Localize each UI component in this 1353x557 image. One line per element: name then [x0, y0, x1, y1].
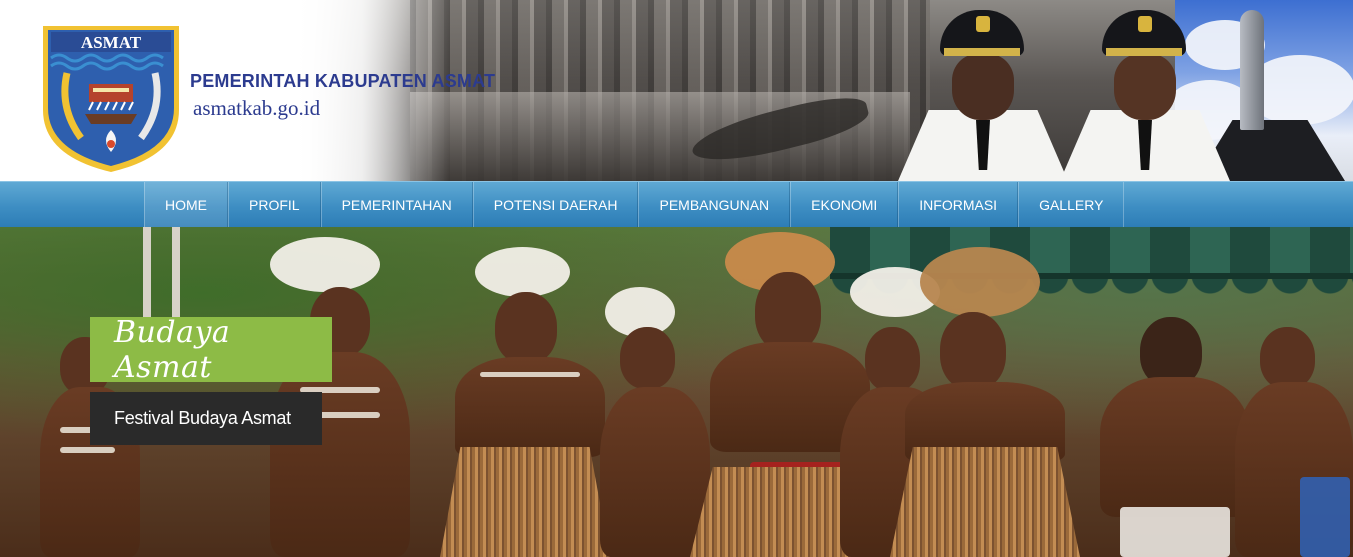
main-navigation: HOME PROFIL PEMERINTAHAN POTENSI DAERAH … [0, 181, 1353, 228]
asmat-logo[interactable]: ASMAT [37, 18, 185, 174]
monument-statue [1240, 10, 1264, 130]
slide-caption-box[interactable]: Festival Budaya Asmat [90, 392, 322, 445]
logo-label: ASMAT [81, 33, 142, 52]
nav-item-home[interactable]: HOME [144, 182, 228, 228]
site-title: PEMERINTAH KABUPATEN ASMAT [190, 71, 496, 91]
nav-item-ekonomi[interactable]: EKONOMI [790, 182, 899, 228]
slide-title-box[interactable]: Budaya Asmat [90, 314, 332, 385]
slide-title: Budaya Asmat [114, 314, 231, 385]
nav-item-pembangunan[interactable]: PEMBANGUNAN [638, 182, 791, 228]
site-domain[interactable]: asmatkab.go.id [193, 96, 320, 121]
nav-item-pemerintahan[interactable]: PEMERINTAHAN [320, 182, 473, 228]
nav-item-profil[interactable]: PROFIL [228, 182, 321, 228]
nav-item-informasi[interactable]: INFORMASI [898, 182, 1019, 228]
nav-item-gallery[interactable]: GALLERY [1018, 182, 1125, 228]
dancer-figure [420, 247, 620, 557]
site-header: ASMAT PEMERINTAH KABUPATEN ASMAT asmatka… [0, 0, 1353, 181]
official-portrait-regent [898, 10, 1068, 181]
dancer-figure [1080, 297, 1250, 557]
official-portrait-vice-regent [1060, 10, 1230, 181]
hero-slider[interactable]: Budaya Asmat Festival Budaya Asmat [0, 227, 1353, 557]
nav-item-potensi-daerah[interactable]: POTENSI DAERAH [472, 182, 639, 228]
dancer-figure [880, 247, 1080, 557]
pole [172, 227, 180, 317]
slide-caption: Festival Budaya Asmat [114, 408, 291, 428]
dancer-figure [1230, 317, 1353, 557]
nav-menu: HOME PROFIL PEMERINTAHAN POTENSI DAERAH … [144, 182, 1125, 228]
pole [143, 227, 151, 317]
